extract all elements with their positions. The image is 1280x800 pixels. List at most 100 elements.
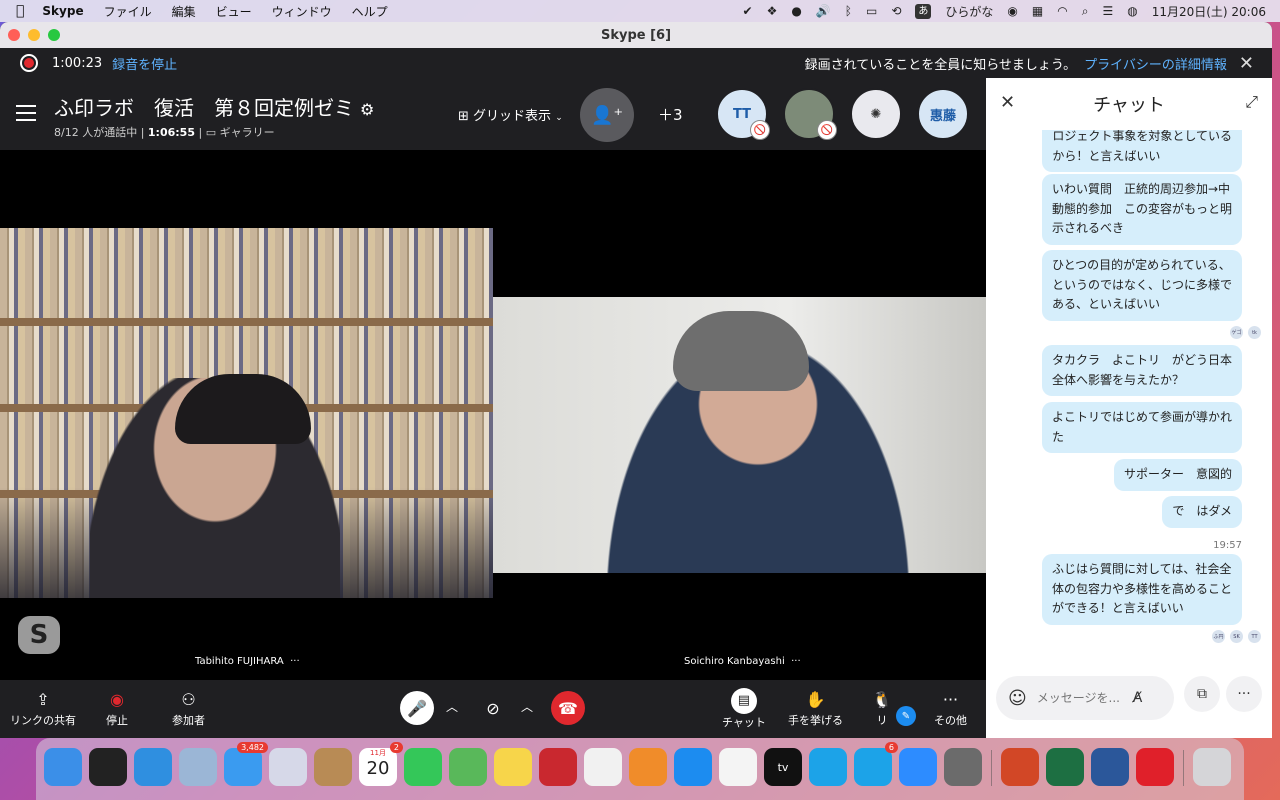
dock-excel-icon[interactable]	[1046, 748, 1084, 786]
share-content-button[interactable]: ⧉	[1184, 676, 1220, 712]
chat-message[interactable]: よこトリではじめて参画が導かれ た	[1041, 402, 1242, 453]
share-link-button[interactable]: ⇪ リンクの共有	[10, 688, 76, 728]
avatar-screen[interactable]: ✺	[850, 88, 902, 140]
recording-notice: 録画されていることを全員に知らせましょう。	[804, 57, 1077, 73]
grid-view-button[interactable]: ⊞ グリッド表示 ⌄	[458, 105, 563, 124]
share-icon: ⇪	[36, 690, 50, 709]
raise-hand-button[interactable]: ✋ 手を挙げる	[788, 688, 843, 728]
volume-icon[interactable]: 🔊	[816, 4, 831, 18]
menu-app-name[interactable]: Skype	[42, 4, 83, 18]
avatar-tt[interactable]: TT 🚫	[716, 88, 770, 140]
dock-zoom-icon[interactable]	[899, 748, 937, 786]
dock-maps-icon[interactable]	[449, 748, 487, 786]
stop-recording-button[interactable]: ◉ 停止	[106, 688, 128, 728]
format-text-icon[interactable]: A̸	[1133, 690, 1143, 706]
dock-books-icon[interactable]	[629, 748, 667, 786]
zoom-window-button[interactable]	[48, 29, 60, 41]
more-options-icon[interactable]: ···	[791, 656, 801, 667]
more-button[interactable]: ··· その他	[934, 688, 967, 728]
wifi-icon[interactable]: ◠	[1057, 4, 1067, 18]
dock-other-red-icon[interactable]	[1136, 748, 1174, 786]
more-chat-options-button[interactable]: ···	[1226, 676, 1262, 712]
close-window-button[interactable]	[8, 29, 20, 41]
dock-notes-icon[interactable]	[494, 748, 532, 786]
participants-button[interactable]: ⚇ 参加者	[172, 688, 205, 728]
keyboard-icon[interactable]: ▦	[1032, 4, 1043, 18]
dock-keynote-like-icon[interactable]	[944, 748, 982, 786]
camera-options-caret[interactable]: ︿	[521, 698, 533, 715]
battery-icon[interactable]: ▭	[866, 4, 877, 18]
dock-photos-icon[interactable]	[584, 748, 622, 786]
mic-button[interactable]: 🎤	[400, 691, 434, 725]
gear-icon[interactable]: ⚙	[360, 100, 374, 119]
close-icon[interactable]: ✕	[1239, 53, 1254, 74]
emoji-icon[interactable]: ☺	[1008, 688, 1027, 709]
menu-view[interactable]: ビュー	[216, 3, 252, 20]
chat-message[interactable]: サポーター 意図的	[1113, 459, 1242, 491]
chat-message[interactable]: いわい質問 正統的周辺参加→中 動態的参加 この変容がもっと明 示されるべき	[1041, 174, 1242, 245]
clock[interactable]: 11月20日(土) 20:06	[1152, 3, 1266, 20]
skype-badge: 6	[884, 742, 898, 753]
spotlight-icon[interactable]: ⌕	[1082, 4, 1089, 19]
chat-button[interactable]: ▤ チャット	[722, 688, 766, 730]
privacy-link[interactable]: プライバシーの詳細情報	[1084, 54, 1227, 73]
time-machine-icon[interactable]: ⟲	[891, 4, 901, 18]
close-chat-icon[interactable]: ✕	[1000, 92, 1015, 113]
dock-skype1-icon[interactable]	[809, 748, 847, 786]
dock-appletv-icon[interactable]: tv	[764, 748, 802, 786]
chat-message[interactable]: タカクラ よこトリ がどう日本 全体へ影響を与えたか？	[1041, 345, 1242, 396]
dock-contacts-icon[interactable]	[314, 748, 352, 786]
penguin-icon[interactable]: ●	[791, 4, 801, 18]
message-input[interactable]	[1036, 691, 1129, 705]
mic-options-caret[interactable]: ︿	[446, 698, 458, 715]
pen-icon[interactable]: ✎	[896, 706, 916, 726]
read-receipt: ふ円	[1212, 630, 1225, 643]
dock-powerpoint-icon[interactable]	[1001, 748, 1039, 786]
user-icon[interactable]: ◉	[1007, 4, 1017, 18]
end-call-button[interactable]: ☎	[551, 691, 585, 725]
check-circle-icon[interactable]: ✔	[743, 4, 753, 18]
dock-mail-icon[interactable]: 3,482	[224, 742, 268, 786]
ime-mode[interactable]: ひらがな	[945, 3, 993, 20]
chat-message[interactable]: ひとつの目的が定められている、 というのではなく、じつに多様で ある、といえばい…	[1041, 250, 1242, 321]
avatar-etou[interactable]: 惠藤	[917, 88, 969, 140]
dock-finder-icon[interactable]	[44, 748, 82, 786]
expand-icon[interactable]: ⤢	[1245, 92, 1258, 112]
minimize-window-button[interactable]	[28, 29, 40, 41]
video-tile-kanbayashi[interactable]	[493, 297, 986, 573]
dock-launchpad-icon[interactable]	[269, 748, 307, 786]
dock-reminders-icon[interactable]	[719, 748, 757, 786]
dock-photobooth-icon[interactable]	[539, 748, 577, 786]
camera-button[interactable]: ⊘	[476, 691, 510, 725]
dock-calendar-icon[interactable]: 11月 20 2	[359, 742, 403, 786]
menu-help[interactable]: ヘルプ	[352, 3, 388, 20]
react-button[interactable]: 🐧 リ	[872, 688, 892, 728]
add-participant-button[interactable]: 👤⁺	[580, 88, 634, 142]
menu-edit[interactable]: 編集	[172, 3, 196, 20]
video-tile-fujihara[interactable]	[0, 228, 493, 598]
dock-pages-like-icon[interactable]	[89, 748, 127, 786]
dock-safari-icon[interactable]	[134, 748, 172, 786]
ime-icon[interactable]: あ	[915, 3, 932, 19]
control-center-icon[interactable]: ☰	[1102, 4, 1113, 18]
apple-icon[interactable]: 	[16, 3, 24, 19]
chat-message[interactable]: ふじはら質問に対しては、社会全 体の包容力や多様性を高めること ができる！と言え…	[1041, 554, 1242, 625]
siri-icon[interactable]: ◍	[1127, 4, 1137, 18]
avatar-photo[interactable]: 🚫	[783, 88, 837, 140]
stop-recording-link[interactable]: 録音を停止	[112, 54, 177, 73]
chat-message[interactable]: で はダメ	[1162, 496, 1242, 528]
dock-skype2-icon[interactable]: 6	[854, 742, 898, 786]
menu-window[interactable]: ウィンドウ	[272, 3, 332, 20]
dropbox-icon[interactable]: ❖	[767, 4, 778, 18]
menu-file[interactable]: ファイル	[104, 3, 152, 20]
dock-appstore-icon[interactable]	[674, 748, 712, 786]
bluetooth-icon[interactable]: ᛒ	[845, 4, 852, 18]
more-options-icon[interactable]: ···	[290, 656, 300, 667]
dock-word-icon[interactable]	[1091, 748, 1129, 786]
dock-trash-icon[interactable]	[1193, 748, 1231, 786]
extra-participants[interactable]: ＋3	[658, 104, 683, 125]
hamburger-menu-icon[interactable]	[16, 105, 36, 126]
dock-messages-icon[interactable]	[404, 748, 442, 786]
chat-message[interactable]: ロジェクト事象を対象としている から！と言えばいい	[1042, 130, 1242, 172]
dock-preview-icon[interactable]	[179, 748, 217, 786]
